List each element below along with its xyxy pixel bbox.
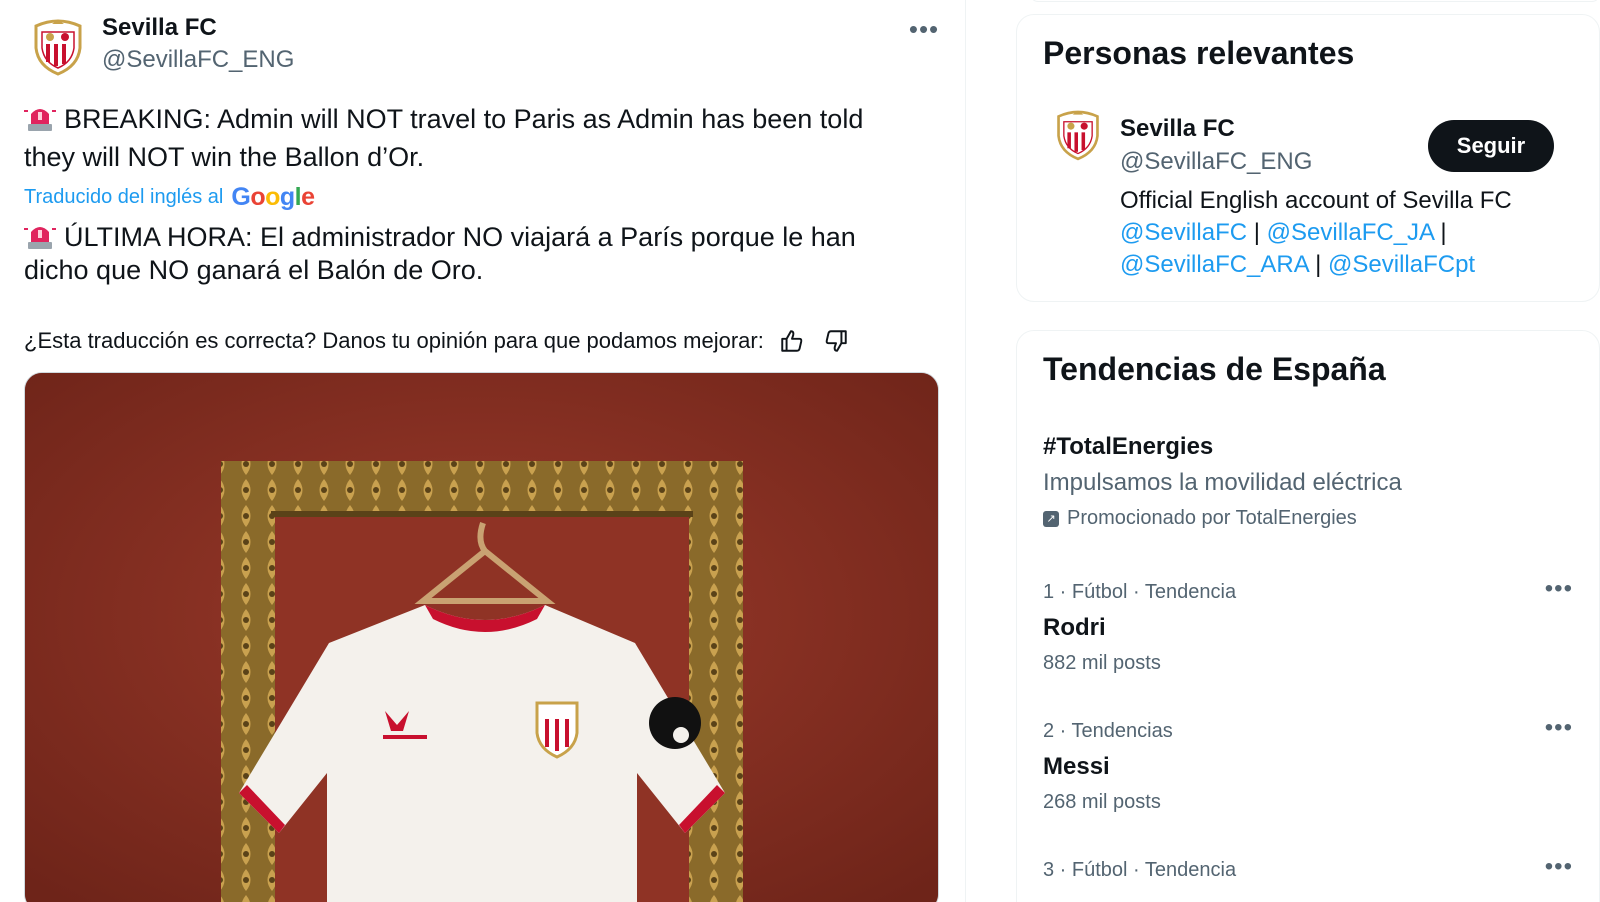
feedback-prompt: ¿Esta traducción es correcta? Danos tu o… [24, 328, 764, 353]
promoted-by-label: Promocionado por TotalEnergies [1067, 507, 1357, 529]
trend-meta: 1 · Fútbol · Tendencia [1043, 581, 1237, 603]
trend-more-icon[interactable]: ••• [1545, 714, 1573, 742]
previous-card-edge [1030, 0, 1600, 2]
relevant-bio: Official English account of Sevilla FC @… [1120, 185, 1590, 281]
trend-count: 268 mil posts [1043, 791, 1161, 813]
relevant-name[interactable]: Sevilla FC [1120, 115, 1235, 143]
siren-emoji-icon [24, 227, 56, 249]
promoted-trend-description: Impulsamos la movilidad eléctrica [1043, 469, 1402, 496]
author-avatar[interactable] [32, 18, 84, 76]
trend-meta: 2 · Tendencias [1043, 720, 1173, 742]
tweet-text: BREAKING: Admin will NOT travel to Paris… [24, 100, 924, 176]
sevilla-crest-icon [34, 19, 82, 76]
translation-line1: ÚLTIMA HORA: El administrador NO viajará… [64, 222, 856, 252]
translated-label: Traducido del inglés al [24, 186, 224, 208]
author-handle[interactable]: @SevillaFC_ENG [102, 46, 294, 74]
trends-title: Tendencias de España [1043, 351, 1386, 387]
promoted-trend-hashtag[interactable]: #TotalEnergies [1043, 433, 1213, 461]
bio-link-sevillafc-ara[interactable]: @SevillaFC_ARA [1120, 251, 1308, 278]
relevant-people-card: Personas relevantes Sevilla FC @SevillaF… [1016, 14, 1600, 302]
trends-card: Tendencias de España #TotalEnergies Impu… [1016, 330, 1600, 902]
bio-separator: | [1440, 219, 1447, 246]
thumbs-down-icon[interactable] [820, 325, 852, 357]
bio-text: Official English account of Sevilla FC [1120, 187, 1512, 214]
bio-link-sevillafcpt[interactable]: @SevillaFCpt [1328, 251, 1475, 278]
follow-button[interactable]: Seguir [1428, 120, 1554, 172]
promoted-icon: ↗ [1043, 510, 1059, 527]
translated-by-google[interactable]: Traducido del inglés al Google [24, 183, 315, 212]
sevilla-crest-icon [1057, 110, 1099, 161]
promoted-by: ↗ Promocionado por TotalEnergies [1043, 507, 1357, 530]
tweet-text-line2: they will NOT win the Ballon d’Or. [24, 142, 425, 172]
trend-item[interactable]: 3 · Fútbol · Tendencia ••• [1043, 853, 1583, 882]
author-name[interactable]: Sevilla FC [102, 14, 217, 42]
google-logo: Google [231, 183, 315, 211]
trend-item[interactable]: 1 · Fútbol · Tendencia Rodri 882 mil pos… [1043, 575, 1583, 675]
trend-more-icon[interactable]: ••• [1545, 853, 1573, 881]
trend-more-icon[interactable]: ••• [1545, 575, 1573, 603]
more-options-icon[interactable]: ••• [904, 14, 944, 48]
trend-count: 882 mil posts [1043, 652, 1161, 674]
tweet-column: Sevilla FC @SevillaFC_ENG ••• BREAKING: … [0, 0, 966, 902]
translation-line2: dicho que NO ganará el Balón de Oro. [24, 255, 484, 285]
tweet-text-line1: BREAKING: Admin will NOT travel to Paris… [64, 104, 864, 134]
bio-separator: | [1315, 251, 1322, 278]
translation-feedback: ¿Esta traducción es correcta? Danos tu o… [24, 325, 852, 357]
jersey-photo-illustration [25, 373, 938, 902]
relevant-people-title: Personas relevantes [1043, 35, 1355, 71]
trend-name: Messi [1043, 753, 1110, 780]
tweet-translation: ÚLTIMA HORA: El administrador NO viajará… [24, 220, 924, 287]
trend-meta: 3 · Fútbol · Tendencia [1043, 859, 1237, 881]
thumbs-up-icon[interactable] [776, 325, 808, 357]
trend-item[interactable]: 2 · Tendencias Messi 268 mil posts ••• [1043, 714, 1583, 814]
relevant-handle[interactable]: @SevillaFC_ENG [1120, 148, 1312, 176]
trend-name: Rodri [1043, 614, 1106, 641]
siren-emoji-icon [24, 109, 56, 131]
bio-separator: | [1253, 219, 1260, 246]
tweet-photo[interactable] [24, 372, 939, 902]
relevant-avatar[interactable] [1055, 109, 1101, 161]
bio-link-sevillafc[interactable]: @SevillaFC [1120, 219, 1247, 246]
bio-link-sevillafc-ja[interactable]: @SevillaFC_JA [1267, 219, 1434, 246]
